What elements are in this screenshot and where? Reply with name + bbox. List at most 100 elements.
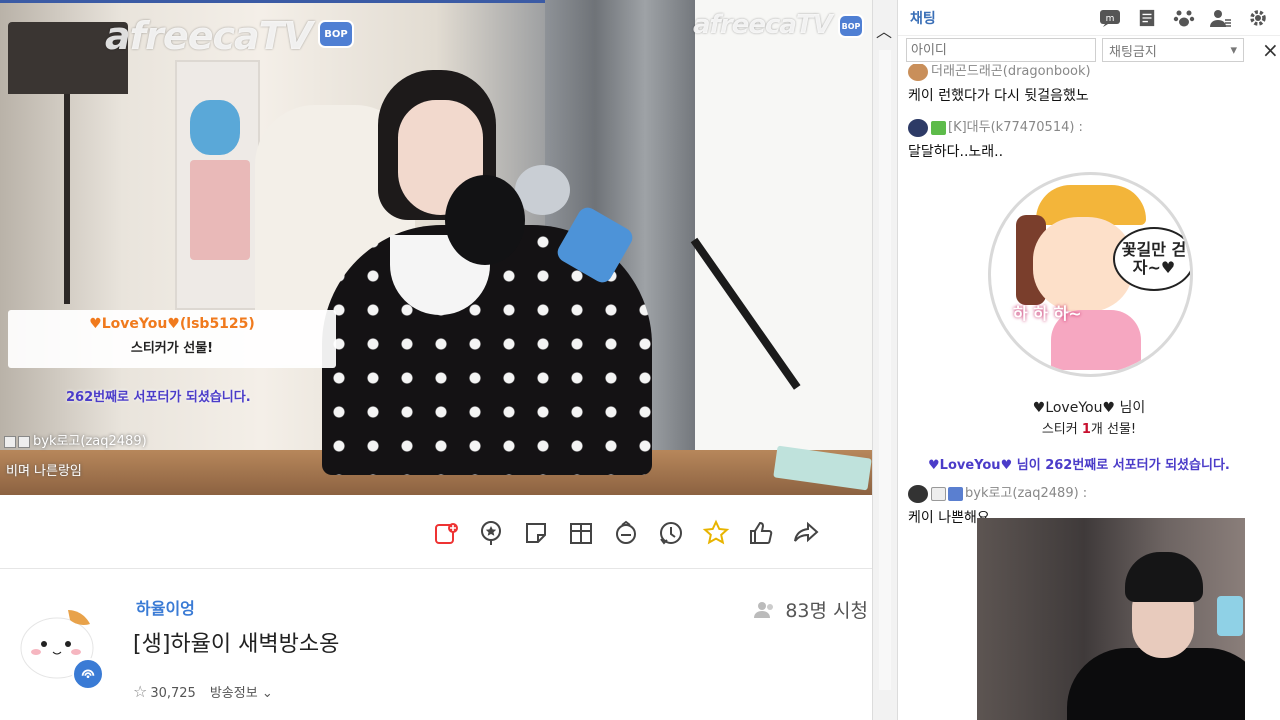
chat-username-text: [K]대두(k77470514) : (948, 120, 1083, 135)
bookmark-add-button[interactable] (430, 517, 462, 549)
chat-text: 달달하다..노래.. (908, 143, 1004, 160)
chat-message: [K]대두(k77470514) : 달달하다..노래.. (908, 116, 1083, 161)
scroll-track[interactable] (879, 50, 891, 690)
gift-button[interactable] (565, 517, 597, 549)
watermark-logo: afreecaTV (105, 14, 313, 58)
user-id-input[interactable] (906, 38, 1096, 62)
watermark-logo-small: afreecaTV (693, 10, 833, 40)
sticker-image: 꽃길만 걷자~♥ 하 하 하~ (988, 172, 1193, 377)
up-button[interactable] (745, 517, 777, 549)
poster (190, 160, 250, 260)
chat-bubble-icon: m (1100, 10, 1120, 27)
action-bar (430, 515, 822, 551)
gift-text: 스티커가 선물! (130, 341, 214, 356)
favorite-button[interactable] (700, 517, 732, 549)
share-button[interactable] (790, 517, 822, 549)
chat-mode-button[interactable]: m (1098, 7, 1122, 29)
thumbs-up-icon (750, 521, 773, 544)
support-notification: 262번째로 서포터가 되셨습니다. (66, 390, 251, 405)
plush-toy (190, 100, 240, 155)
dropdown-arrow-icon: ▾ (1230, 42, 1237, 58)
broadcast-info-toggle[interactable]: 방송정보 ⌄ (210, 682, 273, 701)
chat-message: 더래곤드래곤(dragonbook) 케이 런했다가 다시 뒷걸음했노 (908, 64, 1091, 105)
chat-username-text: byk로고(zaq2489) : (965, 486, 1088, 501)
star-outline-icon: ☆ (133, 682, 148, 701)
chat-username[interactable]: 더래곤드래곤(dragonbook) (908, 64, 1091, 81)
cam-cake (1217, 596, 1243, 636)
overlay-chat-user: byk로고(zaq2489) (4, 430, 147, 449)
chat-title: 채팅 (910, 10, 936, 27)
overlay-chat-username: byk로고(zaq2489) (33, 434, 147, 449)
window (695, 0, 872, 460)
cam-person-hair (1125, 552, 1203, 602)
fan-badge-icon (931, 120, 946, 135)
live-indicator (72, 658, 104, 690)
user-avatar (908, 118, 928, 137)
gear-icon (1250, 10, 1266, 26)
broadcast-stats: ☆ 30,725 방송정보 ⌄ (133, 682, 273, 701)
broadcast-info-label: 방송정보 (209, 686, 258, 701)
time-machine-button[interactable] (655, 517, 687, 549)
chat-username[interactable]: [K]대두(k77470514) : (908, 116, 1083, 137)
adballoon-icon (616, 520, 636, 544)
bookmark-add-icon (435, 523, 458, 544)
pop-filter (445, 175, 525, 265)
star-balloon-button[interactable] (475, 517, 507, 549)
sticker-gift-text: 스티커 1개 선물! (898, 418, 1280, 437)
scroll-up-icon[interactable]: ︿ (876, 18, 892, 42)
webcam-overlay (977, 518, 1245, 720)
user-badges (931, 120, 946, 135)
overlay-chat-msg: 비며 나른랑임 (6, 464, 82, 479)
chat-notice-button[interactable] (1135, 7, 1159, 29)
notepad-icon (1139, 9, 1155, 27)
mobile-badge-icon (931, 486, 946, 501)
favorite-count-value: 30,725 (150, 686, 196, 701)
emoticon-button[interactable] (1172, 7, 1196, 29)
sticker-icon (526, 523, 546, 543)
chat-text: 케이 런했다가 다시 뒷걸음했노 (908, 87, 1089, 104)
ban-select-value: 채팅금지 (1109, 44, 1157, 60)
subscriber-badge-icon (948, 486, 963, 501)
sticker-speech-bubble: 꽃길만 걷자~♥ (1113, 227, 1190, 291)
paw-icon (1173, 10, 1195, 27)
viewer-count-text: 83명 시청 (785, 600, 868, 622)
cam-person-body (1067, 648, 1245, 720)
viewer-count: 83명 시청 (753, 596, 868, 623)
lamp-stand (64, 94, 70, 304)
chat-header: 채팅 m (898, 0, 1280, 36)
adballoon-button[interactable] (610, 517, 642, 549)
chat-filter-bar: 채팅금지 ▾ × (898, 36, 1280, 64)
chat-settings-button[interactable] (1246, 7, 1270, 29)
sticker-gift-post: 개 선물! (1090, 422, 1137, 437)
sticker-laugh-text: 하 하 하~ (1013, 304, 1082, 323)
user-badge-icons (4, 435, 30, 448)
user-avatar (908, 64, 928, 81)
sticker-sender: ♥LoveYou♥ 님이 (1032, 400, 1146, 416)
svg-text:m: m (1106, 14, 1115, 24)
sticker-gift-count: 1 (1081, 422, 1091, 437)
sticker-gift-pre: 스티커 (1041, 422, 1082, 437)
user-list-button[interactable] (1209, 7, 1233, 29)
chat-tools: m (1098, 7, 1270, 29)
viewers-icon (754, 601, 774, 618)
share-icon (794, 521, 819, 543)
user-badges (931, 486, 963, 501)
user-settings-icon (1210, 10, 1231, 27)
app-root: afreecaTV BOP afreecaTV BOP ♥LoveYou♥(ls… (0, 0, 1280, 720)
star-balloon-icon (481, 521, 501, 545)
divider (0, 568, 872, 569)
chevron-down-icon: ⌄ (261, 686, 273, 701)
gift-sender: ♥LoveYou♥(lsb5125) (89, 316, 255, 332)
chat-username[interactable]: byk로고(zaq2489) : (908, 482, 1087, 503)
gift-box-icon (570, 523, 592, 544)
chat-scrollbar[interactable]: ︿ (872, 0, 898, 720)
watermark-badge: BOP (318, 20, 354, 48)
user-avatar (908, 484, 928, 503)
video-player[interactable]: afreecaTV BOP afreecaTV BOP ♥LoveYou♥(ls… (0, 0, 872, 495)
sticker-button[interactable] (520, 517, 552, 549)
bj-name[interactable]: 하율이엉 (136, 595, 195, 619)
close-icon[interactable]: × (1262, 38, 1279, 62)
watermark-badge-small: BOP (838, 14, 864, 38)
ban-select[interactable]: 채팅금지 ▾ (1102, 38, 1244, 62)
gift-notification: ♥LoveYou♥(lsb5125) 스티커가 선물! (8, 310, 336, 368)
